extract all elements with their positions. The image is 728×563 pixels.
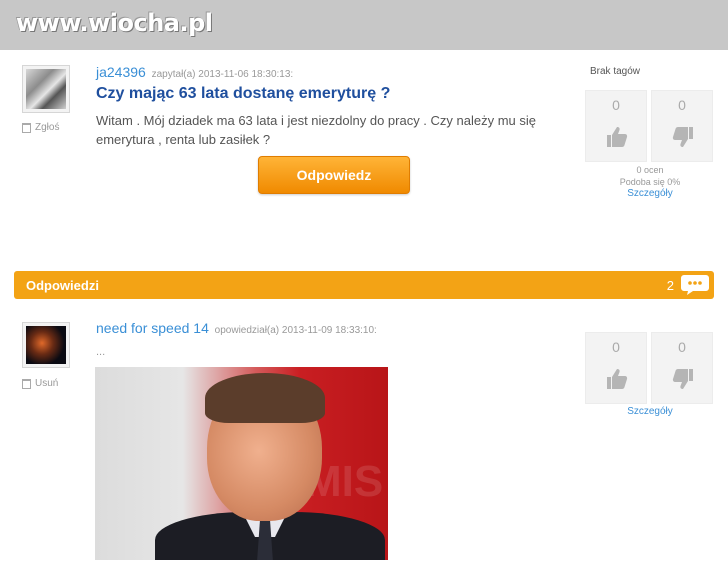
answer-body: ... [96, 346, 106, 358]
answer-photo: MIS [95, 367, 388, 560]
ratings-count: 0 ocen [636, 165, 664, 175]
answer-vote-down-button[interactable]: 0 [651, 332, 713, 404]
answer-vote-up-count: 0 [612, 339, 620, 355]
vote-down-count: 0 [678, 97, 686, 113]
vote-down-button[interactable]: 0 [651, 90, 713, 162]
thumbs-up-icon [607, 369, 628, 389]
site-logo[interactable]: www.wiocha.pl [16, 9, 213, 37]
vote-up-button[interactable]: 0 [585, 90, 647, 162]
delete-label: Usuń [35, 378, 59, 389]
flag-icon [22, 122, 31, 133]
avatar-image [26, 69, 66, 109]
details-link[interactable]: Szczegóły [590, 188, 710, 200]
answer-author-avatar[interactable] [22, 322, 70, 368]
answer-vote-down-count: 0 [678, 339, 686, 355]
answer-details-link[interactable]: Szczegóły [590, 406, 710, 418]
thumbs-down-icon [672, 369, 693, 389]
answers-heading: Odpowiedzi [26, 278, 99, 293]
question-author-avatar[interactable] [22, 65, 70, 113]
trash-icon [22, 378, 31, 389]
tags-label: Brak tagów [590, 66, 641, 77]
liked-percent: Podoba się 0% [619, 177, 681, 187]
question-author-link[interactable]: ja24396 [96, 64, 146, 80]
answer-button[interactable]: Odpowiedz [258, 156, 410, 194]
answer-meta: need for speed 14 opowiedział(a) 2013-11… [96, 320, 377, 336]
question-date: zapytał(a) 2013-11-06 18:30:13: [151, 69, 294, 80]
answer-stats: Szczegóły [590, 406, 710, 418]
answer-vote-up-button[interactable]: 0 [585, 332, 647, 404]
thumbs-down-icon [672, 127, 693, 147]
question-body: Witam . Mój dziadek ma 63 lata i jest ni… [96, 113, 537, 147]
answer-author-link[interactable]: need for speed 14 [96, 320, 209, 336]
thumbs-up-icon [607, 127, 628, 147]
question-title[interactable]: Czy mając 63 lata dostanę emeryturę ? [96, 85, 390, 103]
question-meta: ja24396 zapytał(a) 2013-11-06 18:30:13: [96, 64, 293, 80]
site-header: www.wiocha.pl [0, 0, 728, 50]
report-label: Zgłoś [35, 122, 60, 133]
answers-count: 2 [666, 278, 674, 293]
photo-hair [205, 373, 325, 423]
answers-section-bar: Odpowiedzi 2 [14, 271, 714, 299]
answer-date: opowiedział(a) 2013-11-09 18:33:10: [214, 325, 377, 336]
delete-link[interactable]: Usuń [22, 378, 58, 389]
report-link[interactable]: Zgłoś [22, 122, 59, 133]
vote-up-count: 0 [612, 97, 620, 113]
question-stats: 0 ocen Podoba się 0% Szczegóły [590, 164, 710, 200]
avatar-image [26, 326, 66, 364]
speech-bubble-icon [681, 275, 709, 295]
